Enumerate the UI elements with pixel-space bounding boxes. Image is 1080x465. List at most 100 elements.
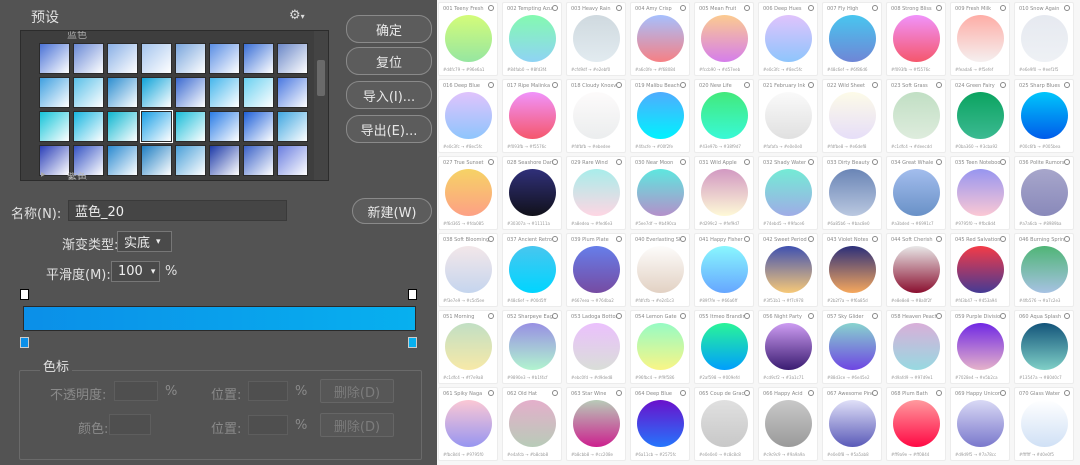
gradient-card[interactable]: 027 True Sunset #f6d365 → #fda085 [438, 156, 498, 230]
gradient-card[interactable]: 004 Amy Crisp #a6c0fe → #f68084 [630, 2, 690, 76]
gradient-card[interactable]: 059 Purple Division #7028e4 → #e5b2ca [950, 310, 1010, 384]
plus-icon[interactable] [744, 159, 750, 165]
plus-icon[interactable] [872, 313, 878, 319]
plus-icon[interactable] [744, 313, 750, 319]
ok-button[interactable]: 确定 [346, 15, 432, 43]
preset-swatch[interactable] [277, 145, 308, 176]
gradient-card[interactable]: 032 Shady Water #74ebd5 → #9face6 [758, 156, 818, 230]
gradient-card[interactable]: 060 Aqua Splash #13547a → #80d0c7 [1014, 310, 1074, 384]
opacity-stop-left[interactable] [20, 289, 29, 300]
gradient-card[interactable]: 029 Rare Wind #a8edea → #fed6e3 [566, 156, 626, 230]
plus-icon[interactable] [552, 82, 558, 88]
gradient-card[interactable]: 069 Happy Unicorn #d9d9f5 → #7a78cc [950, 387, 1010, 461]
reset-button[interactable]: 复位 [346, 47, 432, 75]
plus-icon[interactable] [808, 5, 814, 11]
preset-swatch[interactable] [243, 43, 274, 74]
gradient-card[interactable]: 036 Polite Rumors #a7a6cb → #8989ba [1014, 156, 1074, 230]
plus-icon[interactable] [872, 390, 878, 396]
plus-icon[interactable] [488, 82, 494, 88]
gradient-card[interactable]: 041 Happy Fisher #89f7fe → #66a6ff [694, 233, 754, 307]
gradient-card[interactable]: 035 Teen Notebook #9795f0 → #fbc8d4 [950, 156, 1010, 230]
plus-icon[interactable] [936, 82, 942, 88]
preset-swatch[interactable] [209, 111, 240, 142]
preset-swatch[interactable] [39, 111, 70, 142]
gradient-card[interactable]: 038 Soft Blooming #f3e7e9 → #c5d5ee [438, 233, 498, 307]
gradient-card[interactable]: 033 Dirty Beauty #6a85b6 → #bac8e0 [822, 156, 882, 230]
plus-icon[interactable] [936, 236, 942, 242]
gradient-card[interactable]: 023 Soft Grass #c1dfc4 → #deecdd [886, 79, 946, 153]
plus-icon[interactable] [936, 159, 942, 165]
gradient-card[interactable]: 003 Heavy Rain #cfd9df → #e2ebf0 [566, 2, 626, 76]
expand-triangle-icon[interactable]: ▶ [41, 171, 46, 178]
gradient-card[interactable]: 055 Itmeo Branding #2af598 → #009efd [694, 310, 754, 384]
preset-swatch[interactable] [107, 43, 138, 74]
preset-swatch[interactable] [73, 111, 104, 142]
plus-icon[interactable] [488, 313, 494, 319]
plus-icon[interactable] [1000, 82, 1006, 88]
gradient-card[interactable]: 062 Old Hat #e4afcb → #b8cbb8 [502, 387, 562, 461]
plus-icon[interactable] [744, 390, 750, 396]
name-input[interactable]: 蓝色_20 [68, 200, 287, 221]
gradient-card[interactable]: 065 Coup de Grace #e0e0e0 → #c8c8c8 [694, 387, 754, 461]
scroll-thumb[interactable] [317, 60, 325, 96]
gradient-card[interactable]: 005 Mean Fruit #fccb90 → #d57eeb [694, 2, 754, 76]
plus-icon[interactable] [1064, 5, 1070, 11]
plus-icon[interactable] [680, 159, 686, 165]
gradient-card[interactable]: 039 Plum Plate #667eea → #764ba2 [566, 233, 626, 307]
gradient-card[interactable]: 066 Happy Acid #c9c9c9 → #9a9a9a [758, 387, 818, 461]
gradient-card[interactable]: 063 Star Wine #b8cbb8 → #cc208e [566, 387, 626, 461]
preset-swatch[interactable] [140, 110, 173, 143]
preset-swatch[interactable] [141, 77, 172, 108]
gradient-card[interactable]: 031 Wild Apple #d299c2 → #fef9d7 [694, 156, 754, 230]
preset-swatch[interactable] [107, 145, 138, 176]
plus-icon[interactable] [1000, 159, 1006, 165]
gradient-card[interactable]: 053 Ladoga Bottom #ebc0fd → #d9ded8 [566, 310, 626, 384]
scrollbar[interactable] [314, 31, 328, 180]
plus-icon[interactable] [808, 390, 814, 396]
plus-icon[interactable] [616, 82, 622, 88]
plus-icon[interactable] [680, 236, 686, 242]
plus-icon[interactable] [552, 236, 558, 242]
gradient-card[interactable]: 021 February Ink #fafafa → #e0e0e0 [758, 79, 818, 153]
plus-icon[interactable] [1000, 236, 1006, 242]
gradient-card[interactable]: 054 Lemon Gate #96fbc4 → #f9f586 [630, 310, 690, 384]
gradient-card[interactable]: 030 Near Moon #5ee7df → #b490ca [630, 156, 690, 230]
plus-icon[interactable] [872, 5, 878, 11]
chevron-down-icon[interactable]: ▾ [151, 267, 156, 277]
new-button[interactable]: 新建(W) [352, 198, 432, 224]
plus-icon[interactable] [936, 390, 942, 396]
preset-swatch[interactable] [277, 111, 308, 142]
plus-icon[interactable] [872, 236, 878, 242]
preset-swatch[interactable] [277, 77, 308, 108]
gradient-card[interactable]: 007 Fly High #48c6ef → #6f86d6 [822, 2, 882, 76]
gradient-card[interactable]: 034 Great Whale #a3bded → #6991c7 [886, 156, 946, 230]
preset-swatch[interactable] [175, 43, 206, 74]
gradient-card[interactable]: 064 Deep Blue #6a11cb → #2575fc [630, 387, 690, 461]
preset-swatch[interactable] [175, 111, 206, 142]
preset-swatch[interactable] [175, 145, 206, 176]
plus-icon[interactable] [552, 159, 558, 165]
import-button[interactable]: 导入(I)... [346, 81, 432, 109]
plus-icon[interactable] [616, 5, 622, 11]
gradient-card[interactable]: 061 Spiky Naga #fbc8d4 → #9795f0 [438, 387, 498, 461]
plus-icon[interactable] [744, 236, 750, 242]
plus-icon[interactable] [808, 236, 814, 242]
plus-icon[interactable] [808, 159, 814, 165]
gradient-card[interactable]: 037 Ancient Retro #48c6ef → #00d5ff [502, 233, 562, 307]
gradient-card[interactable]: 057 Sky Glider #88d3ce → #6e45e2 [822, 310, 882, 384]
gradient-card[interactable]: 056 Night Party #cd9cf2 → #3a1c71 [758, 310, 818, 384]
plus-icon[interactable] [872, 82, 878, 88]
gear-icon[interactable]: ⚙▾ [289, 8, 305, 23]
gradient-card[interactable]: 028 Seashore Dark #30307a → #11111a [502, 156, 562, 230]
gradient-card[interactable]: 002 Tempting Azure #84fab0 → #8fd3f4 [502, 2, 562, 76]
plus-icon[interactable] [680, 5, 686, 11]
preset-swatch[interactable] [107, 77, 138, 108]
plus-icon[interactable] [616, 159, 622, 165]
color-stop-right[interactable] [408, 337, 417, 348]
gradient-card[interactable]: 001 Teeny Fresh #d4fc79 → #96e6a1 [438, 2, 498, 76]
gradient-card[interactable]: 024 Green Fairy #0ba360 → #3cba92 [950, 79, 1010, 153]
plus-icon[interactable] [936, 5, 942, 11]
gradient-card[interactable]: 040 Everlasting Sky #fdfcfb → #e2d1c3 [630, 233, 690, 307]
plus-icon[interactable] [552, 5, 558, 11]
preset-swatch[interactable] [209, 145, 240, 176]
